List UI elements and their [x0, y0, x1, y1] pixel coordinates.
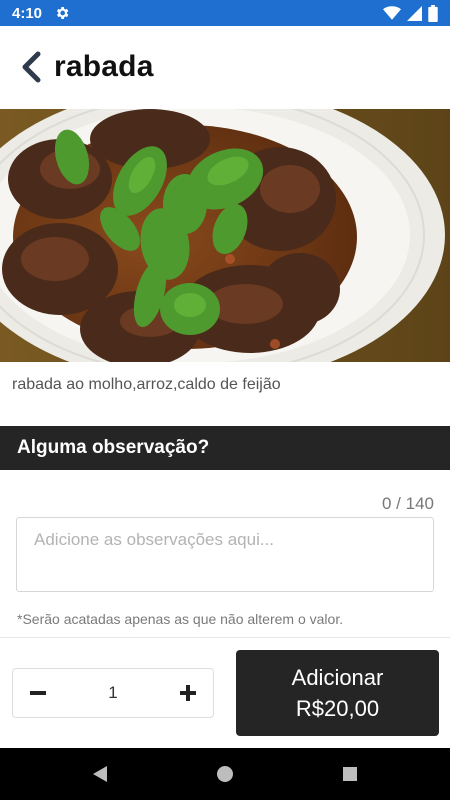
signal-icon	[407, 5, 422, 21]
battery-icon	[428, 4, 438, 22]
plus-icon	[180, 685, 196, 701]
char-counter: 0 / 140	[382, 494, 434, 513]
wifi-icon	[383, 6, 401, 20]
status-bar: 4:10	[0, 0, 450, 26]
back-triangle-icon	[93, 766, 107, 782]
home-circle-icon	[217, 766, 233, 782]
status-time: 4:10	[12, 4, 43, 22]
nav-recents-button[interactable]	[288, 748, 413, 800]
dish-description: rabada ao molho,arroz,caldo de feijão	[12, 376, 281, 393]
observation-heading: Alguma observação?	[0, 426, 450, 470]
observation-heading-label: Alguma observação?	[17, 437, 210, 458]
increment-button[interactable]	[178, 683, 198, 703]
nav-back-button[interactable]	[38, 748, 163, 800]
decrement-button[interactable]	[28, 683, 48, 703]
observation-note: *Serão acatadas apenas as que não altere…	[17, 611, 344, 627]
system-nav-bar	[0, 748, 450, 800]
chevron-left-icon	[22, 51, 41, 83]
quantity-stepper: 1	[12, 668, 214, 718]
add-button-price: R$20,00	[295, 696, 380, 721]
divider	[0, 637, 450, 638]
recents-square-icon	[343, 767, 357, 781]
minus-icon	[30, 691, 46, 695]
observation-input[interactable]	[16, 517, 434, 592]
add-button-label: Adicionar	[291, 665, 384, 690]
gear-icon	[57, 7, 69, 19]
quantity-value: 1	[108, 683, 118, 702]
nav-home-button[interactable]	[163, 748, 288, 800]
app-header: rabada	[0, 26, 450, 108]
dish-photo	[0, 109, 450, 362]
page-title: rabada	[54, 50, 154, 83]
back-button[interactable]	[14, 47, 48, 87]
add-to-cart-button[interactable]: Adicionar R$20,00	[236, 650, 439, 736]
